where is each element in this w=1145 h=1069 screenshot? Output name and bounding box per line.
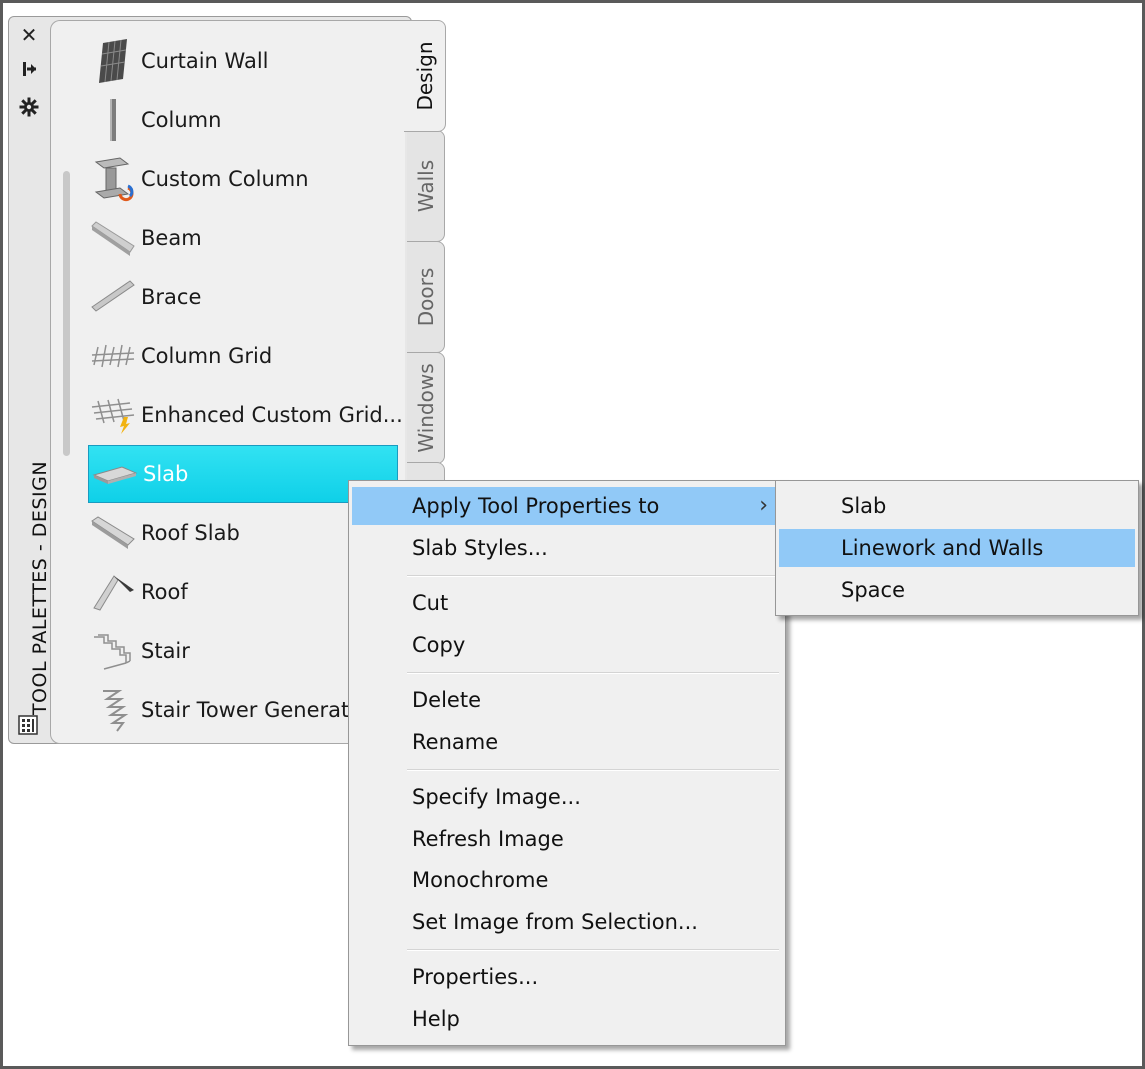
tool-label: Stair Tower Generate [141, 697, 363, 722]
menu-item-label: Properties... [412, 965, 539, 989]
tool-label: Curtain Wall [141, 48, 269, 73]
menu-item-refresh-image[interactable]: Refresh Image [352, 820, 782, 858]
close-icon[interactable]: ✕ [18, 24, 40, 46]
beam-icon [87, 212, 139, 264]
tab-doors[interactable]: Doors [407, 241, 445, 353]
apply-tool-properties-submenu: Slab Linework and Walls Space [775, 480, 1139, 616]
tool-label: Stair [141, 638, 190, 663]
menu-item-label: Apply Tool Properties to [412, 494, 660, 518]
context-menu: Apply Tool Properties to › Slab Styles..… [348, 480, 786, 1046]
tab-windows[interactable]: Windows [407, 352, 445, 464]
menu-item-label: Refresh Image [412, 827, 564, 851]
menu-separator [407, 672, 779, 674]
roof-icon [87, 566, 139, 618]
tool-enhanced-custom-grid[interactable]: Enhanced Custom Grid... [87, 385, 403, 444]
tool-label: Slab [143, 462, 189, 486]
column-icon [87, 94, 139, 146]
autohide-icon[interactable] [18, 58, 40, 80]
tab-walls-label: Walls [413, 159, 438, 213]
tab-windows-label: Windows [413, 363, 438, 453]
menu-separator [407, 949, 779, 951]
gear-icon[interactable] [18, 96, 40, 118]
menu-item-label: Specify Image... [412, 785, 581, 809]
enhanced-custom-grid-icon [87, 389, 139, 441]
roof-slab-icon [87, 507, 139, 559]
tab-walls[interactable]: Walls [407, 130, 445, 242]
tool-curtain-wall[interactable]: Curtain Wall [87, 31, 397, 90]
menu-item-slab-styles[interactable]: Slab Styles... [352, 529, 782, 567]
tool-label: Column Grid [141, 343, 273, 368]
tab-design[interactable]: Design [404, 20, 446, 132]
menu-item-label: Delete [412, 688, 481, 712]
tool-label: Column [141, 107, 222, 132]
stair-icon [87, 625, 139, 677]
slab-icon [89, 448, 141, 500]
tool-label: Custom Column [141, 166, 309, 191]
tool-label: Enhanced Custom Grid... [141, 402, 403, 427]
menu-item-delete[interactable]: Delete [352, 681, 782, 719]
tool-custom-column[interactable]: Custom Column [87, 149, 397, 208]
column-grid-icon [87, 330, 139, 382]
palette-titlebar: ✕ TOOL PALETTES - DESIGN [8, 16, 51, 742]
menu-item-set-image-from-selection[interactable]: Set Image from Selection... [352, 903, 782, 941]
tab-doors-label: Doors [413, 267, 438, 327]
brace-icon [87, 271, 139, 323]
menu-item-apply-tool-properties[interactable]: Apply Tool Properties to › [352, 487, 782, 525]
palette-scrollbar[interactable] [63, 171, 70, 456]
tool-label: Roof [141, 579, 188, 604]
menu-item-label: Rename [412, 730, 499, 754]
menu-item-label: Monochrome [412, 868, 549, 892]
tool-column[interactable]: Column [87, 90, 397, 149]
tool-label: Beam [141, 225, 202, 250]
menu-item-label: Copy [412, 633, 466, 657]
menu-separator [407, 575, 779, 577]
menu-item-label: Slab Styles... [412, 536, 548, 560]
menu-item-label: Set Image from Selection... [412, 910, 698, 934]
menu-item-help[interactable]: Help [352, 1000, 782, 1038]
menu-item-properties[interactable]: Properties... [352, 958, 782, 996]
custom-column-icon [87, 153, 139, 205]
menu-item-label: Help [412, 1007, 460, 1031]
curtain-wall-icon [87, 35, 139, 87]
menu-item-label: Slab [841, 494, 887, 518]
palette-properties-icon[interactable] [18, 715, 38, 735]
menu-separator [407, 769, 779, 771]
menu-item-label: Linework and Walls [841, 536, 1044, 560]
chevron-right-icon: › [759, 493, 768, 518]
menu-item-rename[interactable]: Rename [352, 723, 782, 761]
submenu-item-linework-and-walls[interactable]: Linework and Walls [779, 529, 1135, 567]
stair-tower-icon [87, 684, 139, 736]
submenu-item-space[interactable]: Space [779, 571, 1135, 609]
menu-item-monochrome[interactable]: Monochrome [352, 861, 782, 899]
tool-beam[interactable]: Beam [87, 208, 397, 267]
menu-item-label: Space [841, 578, 905, 602]
tool-label: Brace [141, 284, 202, 309]
menu-item-copy[interactable]: Copy [352, 626, 782, 664]
menu-item-label: Cut [412, 591, 449, 615]
submenu-item-slab[interactable]: Slab [779, 487, 1135, 525]
menu-item-specify-image[interactable]: Specify Image... [352, 778, 782, 816]
menu-item-cut[interactable]: Cut [352, 584, 782, 622]
tab-design-label: Design [412, 41, 437, 111]
tool-brace[interactable]: Brace [87, 267, 397, 326]
tool-label: Roof Slab [141, 520, 240, 545]
tool-column-grid[interactable]: Column Grid [87, 326, 397, 385]
